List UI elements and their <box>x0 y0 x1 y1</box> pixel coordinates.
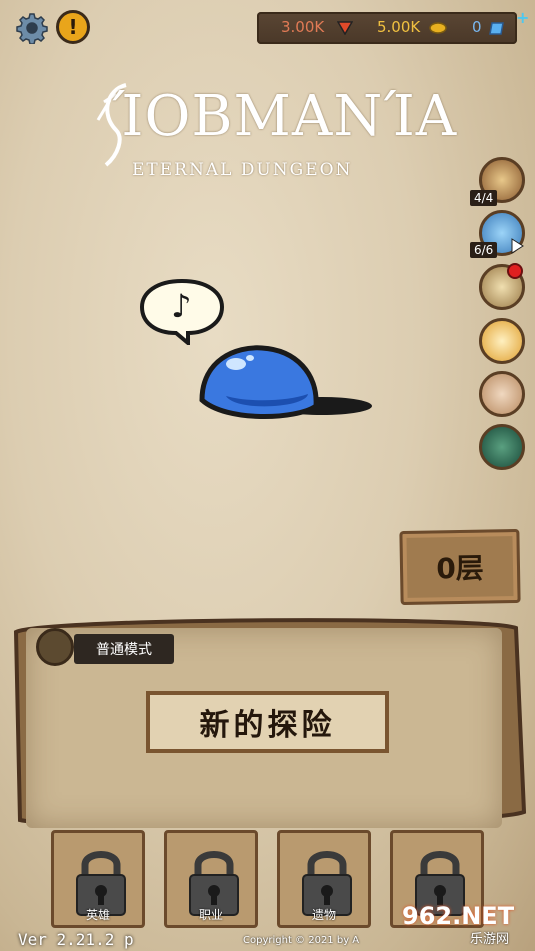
game-screen: ! 3.00K 5.00K 0 + ΊOBMANΊA ETERNAL DUNGE… <box>0 0 535 951</box>
game-logo-title: ΊOBMANΊA <box>112 84 458 149</box>
new-adventure-label: 新的探险 <box>199 708 336 743</box>
alert-exclamation-icon[interactable]: ! <box>56 10 90 44</box>
tab-heroes-label: 英雄 <box>85 908 110 922</box>
tab-classes[interactable]: 职业 <box>164 830 258 928</box>
blue-crystal-amount: 0 <box>472 18 482 36</box>
mode-label: 普通模式 <box>96 642 152 658</box>
gold-coin-icon <box>429 22 447 34</box>
version-text: Ver 2.21.2 p <box>18 930 134 949</box>
blue-slime[interactable] <box>196 340 376 430</box>
play-arrow-icon[interactable] <box>510 238 524 254</box>
mode-tag[interactable]: 普通模式 <box>74 634 174 664</box>
tab-heroes[interactable]: 英雄 <box>51 830 145 928</box>
tab-classes-label: 职业 <box>198 908 223 922</box>
game-logo-subtitle: ETERNAL DUNGEON <box>132 160 353 180</box>
tab-relics-label: 遗物 <box>311 908 336 922</box>
gold-amount: 5.00K <box>377 18 421 36</box>
crystal-count: 6/6 <box>470 242 498 258</box>
shield-badge-icon[interactable] <box>479 318 525 364</box>
red-gem-amount: 3.00K <box>281 18 325 36</box>
floor-label: 0层 <box>435 551 485 586</box>
music-note-icon: ♪ <box>171 287 192 325</box>
notification-dot <box>507 263 523 279</box>
blue-crystal-icon <box>489 22 504 35</box>
red-gem-icon <box>337 21 353 35</box>
copyright-text: Copyright © 2021 by A <box>243 935 360 946</box>
watermark-main: 962.NET <box>402 902 515 930</box>
goblin-portrait-icon[interactable] <box>479 424 525 470</box>
tab-relics[interactable]: 遗物 <box>277 830 371 928</box>
add-currency-button[interactable]: + <box>516 8 529 27</box>
quest-count: 4/4 <box>470 190 498 206</box>
new-adventure-button[interactable]: 新的探险 <box>146 691 389 753</box>
currency-bar: 3.00K 5.00K 0 <box>257 12 517 44</box>
floor-indicator: 0层 <box>399 528 521 606</box>
character-portrait-icon[interactable] <box>479 371 525 417</box>
settings-gear-icon[interactable] <box>16 12 48 44</box>
mode-emblem-icon <box>36 628 74 666</box>
watermark-sub: 乐游网 <box>470 932 510 947</box>
site-watermark: 962.NET 乐游网 <box>396 902 528 948</box>
